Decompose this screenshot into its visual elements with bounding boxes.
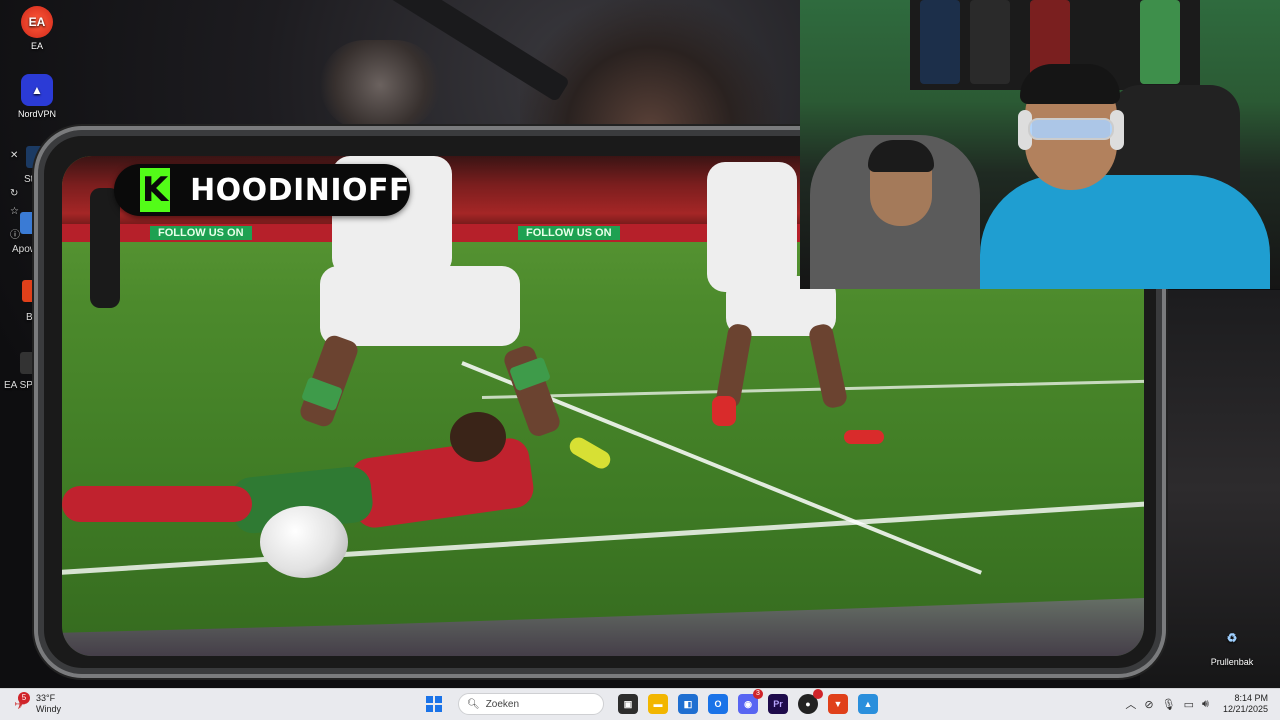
wifi-icon[interactable]: ▭ — [1184, 698, 1194, 711]
wallpaper-face — [520, 0, 780, 130]
pitch-line — [481, 379, 1144, 399]
info-icon: ⓘ — [10, 230, 20, 241]
desktop-icon-label: NordVPN — [17, 109, 56, 119]
weather-temperature: 33°F — [36, 693, 56, 703]
player-white-shorts — [320, 266, 520, 346]
brave-button[interactable]: ▼ — [826, 692, 850, 716]
weather-widget[interactable]: ✈ 5 33°F Windy — [10, 692, 62, 715]
task-view-button[interactable]: ▣ — [616, 692, 640, 716]
streamer-hair — [1020, 64, 1120, 104]
photos-button[interactable]: ▲ — [856, 692, 880, 716]
side-label: B — [26, 312, 33, 323]
player-boot — [712, 396, 736, 426]
desktop-icon-recycle-bin[interactable]: ♻ Prullenbak — [1204, 622, 1260, 667]
notification-badge: 5 — [18, 692, 30, 704]
brave-icon: ▼ — [828, 694, 848, 714]
outlook-button[interactable]: O — [706, 692, 730, 716]
folder-icon: ▬ — [648, 694, 668, 714]
speaker-icon[interactable]: 🔊︎ — [1202, 698, 1209, 711]
player-leg — [501, 343, 563, 439]
player-leg — [807, 322, 849, 410]
mail-icon: O — [708, 694, 728, 714]
desktop-icon-nordvpn[interactable]: ▲ NordVPN — [9, 74, 65, 119]
store-icon: ◧ — [678, 694, 698, 714]
search-placeholder: Zoeken — [485, 698, 520, 710]
chevron-up-icon[interactable]: ︿ — [1125, 696, 1136, 712]
premiere-icon: Pr — [768, 694, 788, 714]
premiere-button[interactable]: Pr — [766, 692, 790, 716]
hanging-jersey — [1140, 0, 1180, 84]
guest-beanie — [868, 140, 934, 172]
network-off-icon[interactable]: ⊘ — [1144, 698, 1153, 711]
football — [260, 506, 348, 578]
weather-icon: ✈ 5 — [10, 692, 30, 714]
star-icon: ☆ — [10, 206, 19, 217]
hanging-jersey — [920, 0, 960, 84]
ea-icon: EA — [21, 6, 53, 38]
store-button[interactable]: ◧ — [676, 692, 700, 716]
close-icon[interactable]: ✕ — [10, 150, 18, 161]
wallpaper-hand — [320, 40, 440, 130]
clock-date: 12/21/2025 — [1222, 704, 1268, 714]
player-boot — [844, 430, 884, 444]
desktop-icon-ea[interactable]: EA EA — [9, 6, 65, 51]
taskbar: ✈ 5 33°F Windy 🔍︎ Zoeken ▣ ▬ ◧ O ◉ 3 Pr ●… — [0, 688, 1280, 720]
board-text: FOLLOW US ON — [518, 226, 620, 240]
taskbar-apps: 🔍︎ Zoeken ▣ ▬ ◧ O ◉ 3 Pr ● ▼ ▲ — [422, 689, 880, 716]
channel-badge: K HOODINIOFF — [114, 164, 410, 216]
channel-name: HOODINIOFF — [190, 172, 410, 208]
referee — [90, 188, 120, 308]
obs-button[interactable]: ● — [796, 689, 823, 716]
hanging-jersey — [970, 0, 1010, 84]
file-explorer-button[interactable]: ▬ — [646, 692, 670, 716]
search-icon: 🔍︎ — [467, 698, 480, 710]
notification-badge — [813, 689, 823, 699]
refresh-icon: ↻ — [10, 188, 19, 199]
clock-time: 8:14 PM — [1234, 693, 1268, 703]
player-red-shirt — [348, 435, 536, 531]
bench-foreground — [62, 598, 1144, 656]
clock[interactable]: 8:14 PM 12/21/2025 — [1223, 693, 1268, 715]
player-white-torso — [707, 162, 797, 292]
player-head — [450, 412, 506, 462]
desktop-icon-label: Prullenbak — [1210, 657, 1254, 667]
taskbar-search[interactable]: 🔍︎ Zoeken — [458, 693, 604, 715]
task-view-icon: ▣ — [618, 694, 638, 714]
system-tray: ︿ ⊘ 🎙︎ ▭ 🔊︎ 8:14 PM 12/21/2025 — [1125, 693, 1268, 715]
recycle-bin-icon: ♻ — [1226, 631, 1238, 645]
board-text: FOLLOW US ON — [150, 226, 252, 240]
kick-logo-icon: K — [140, 168, 171, 212]
windows-start-icon[interactable] — [422, 692, 446, 716]
nordvpn-icon: ▲ — [21, 74, 53, 106]
player-red-sock — [62, 486, 252, 522]
microphone-icon[interactable]: 🎙︎ — [1162, 698, 1176, 711]
webcam-overlay — [800, 0, 1280, 289]
streamer — [980, 175, 1270, 289]
notification-badge: 3 — [753, 689, 763, 699]
streamer-glasses — [1028, 118, 1114, 140]
desktop-icon-label: EA — [30, 41, 43, 51]
player-boot — [566, 434, 614, 472]
desktop: EA EA ▲ NordVPN ✕ Ste ↻ ☆ ⓘ Apow B EA SP… — [0, 0, 1280, 688]
weather-condition: Windy — [36, 704, 62, 714]
discord-button[interactable]: ◉ 3 — [736, 689, 763, 716]
photos-icon: ▲ — [858, 694, 878, 714]
